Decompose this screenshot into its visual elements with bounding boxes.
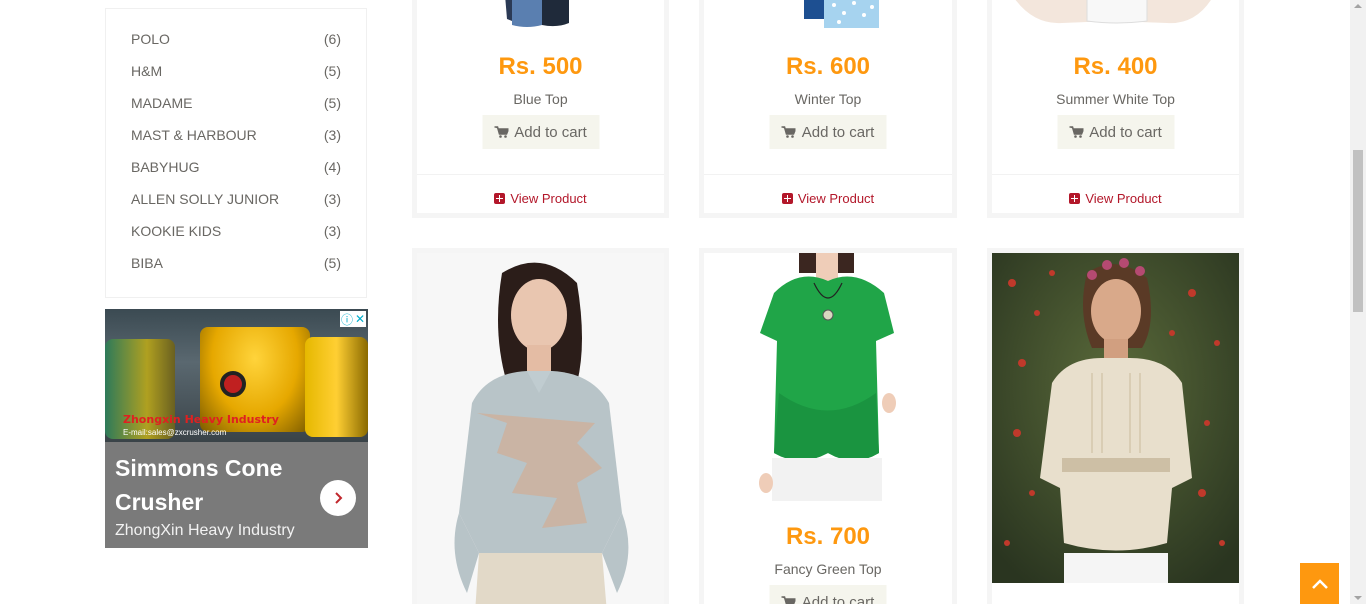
- product-price: Rs. 700: [785, 523, 871, 550]
- product-card: [987, 248, 1244, 604]
- brand-count: (5): [323, 255, 341, 271]
- product-image: [992, 253, 1239, 583]
- brand-name: BABYHUG: [131, 159, 200, 175]
- plus-square-icon: [1069, 193, 1081, 204]
- product-name: Summer White Top: [1056, 91, 1175, 107]
- shopping-cart-icon: [781, 126, 796, 138]
- brand-name: MAST & HARBOUR: [131, 127, 257, 143]
- brands-panel: POLO (6) H&M (5) MADAME (5) MAST & HARBO…: [105, 8, 367, 298]
- chevron-up-icon: [1311, 578, 1328, 589]
- product-card: Rs. 700 Fancy Green Top Add to cart: [699, 248, 957, 604]
- add-to-cart-label: Add to cart: [801, 123, 875, 141]
- info-icon[interactable]: ⓘ: [341, 311, 353, 328]
- ad-machine-right: [305, 337, 368, 437]
- brand-count: (5): [323, 63, 341, 79]
- product-price: Rs. 400: [1073, 53, 1158, 80]
- chevron-right-icon: [335, 492, 343, 504]
- view-product-link[interactable]: View Product: [417, 191, 664, 206]
- add-to-cart-label: Add to cart: [801, 593, 875, 604]
- brand-count: (3): [323, 223, 341, 239]
- ad-image: Zhongxin Heavy Industry E-mail:sales@zxc…: [105, 309, 368, 442]
- view-product-label: View Product: [510, 191, 587, 206]
- shopping-cart-icon: [494, 126, 509, 138]
- brand-count: (6): [323, 31, 341, 47]
- brand-count: (3): [323, 127, 341, 143]
- product-name: Fancy Green Top: [774, 561, 882, 577]
- add-to-cart-button[interactable]: Add to cart: [769, 115, 887, 149]
- view-product-label: View Product: [797, 191, 875, 206]
- ad-open-button[interactable]: [320, 480, 356, 516]
- brand-name: KOOKIE KIDS: [131, 223, 222, 239]
- card-divider: [704, 174, 952, 175]
- view-product-link[interactable]: View Product: [704, 191, 952, 206]
- scroll-thumb[interactable]: [1353, 150, 1363, 312]
- product-image: [992, 0, 1239, 28]
- product-price: Rs. 500: [498, 53, 583, 80]
- ad-image-brand: Zhongxin Heavy Industry: [123, 413, 279, 426]
- brand-name: ALLEN SOLLY JUNIOR: [131, 191, 280, 207]
- product-image: [417, 253, 664, 604]
- brand-count: (4): [323, 159, 341, 175]
- product-card: [412, 248, 669, 604]
- brand-name: H&M: [131, 63, 163, 79]
- page-scrollbar[interactable]: [1350, 0, 1366, 604]
- add-to-cart-label: Add to cart: [1089, 123, 1162, 141]
- add-to-cart-button[interactable]: Add to cart: [1057, 115, 1174, 149]
- brand-item-madame[interactable]: MADAME (5): [131, 93, 341, 113]
- brand-item-allen-solly-junior[interactable]: ALLEN SOLLY JUNIOR (3): [131, 189, 341, 209]
- scroll-up-arrow-icon[interactable]: [1354, 4, 1362, 8]
- brand-count: (3): [323, 191, 341, 207]
- plus-square-icon: [781, 193, 793, 204]
- product-card: Rs. 400 Summer White Top Add to cart Vie…: [987, 0, 1244, 218]
- view-product-label: View Product: [1085, 191, 1162, 206]
- page: POLO (6) H&M (5) MADAME (5) MAST & HARBO…: [0, 0, 1366, 604]
- plus-square-icon: [494, 193, 506, 204]
- advertisement[interactable]: Zhongxin Heavy Industry E-mail:sales@zxc…: [105, 309, 368, 548]
- ad-controls[interactable]: ⓘ ✕: [340, 311, 366, 327]
- shopping-cart-icon: [781, 596, 796, 604]
- add-to-cart-label: Add to cart: [514, 123, 587, 141]
- card-divider: [992, 174, 1239, 175]
- brand-name: MADAME: [131, 95, 193, 111]
- product-image: [417, 0, 664, 28]
- product-name: Blue Top: [513, 91, 568, 107]
- product-image: [704, 253, 952, 501]
- ad-machine-core: [220, 371, 246, 397]
- brand-item-mast-harbour[interactable]: MAST & HARBOUR (3): [131, 125, 341, 145]
- product-name: Winter Top: [794, 91, 862, 107]
- brand-item-babyhug[interactable]: BABYHUG (4): [131, 157, 341, 177]
- ad-title[interactable]: Simmons Cone Crusher: [115, 451, 315, 519]
- brand-name: POLO: [131, 31, 170, 47]
- brand-name: BIBA: [131, 255, 163, 271]
- add-to-cart-button[interactable]: Add to cart: [769, 585, 887, 604]
- product-image: [704, 0, 952, 28]
- scroll-down-arrow-icon[interactable]: [1354, 596, 1362, 600]
- brand-item-biba[interactable]: BIBA (5): [131, 253, 341, 273]
- brand-count: (5): [323, 95, 341, 111]
- product-price: Rs. 600: [785, 53, 871, 80]
- add-to-cart-button[interactable]: Add to cart: [482, 115, 599, 149]
- close-icon[interactable]: ✕: [355, 312, 365, 326]
- ad-image-email: E-mail:sales@zxcrusher.com: [123, 428, 227, 437]
- brand-item-hm[interactable]: H&M (5): [131, 61, 341, 81]
- brand-item-polo[interactable]: POLO (6): [131, 29, 341, 49]
- card-divider: [417, 174, 664, 175]
- scroll-to-top-button[interactable]: [1300, 563, 1339, 604]
- shopping-cart-icon: [1069, 126, 1084, 138]
- brand-item-kookie-kids[interactable]: KOOKIE KIDS (3): [131, 221, 341, 241]
- ad-advertiser: ZhongXin Heavy Industry: [115, 522, 295, 539]
- product-card: Rs. 600 Winter Top Add to cart View Prod…: [699, 0, 957, 218]
- product-card: Rs. 500 Blue Top Add to cart View Produc…: [412, 0, 669, 218]
- view-product-link[interactable]: View Product: [992, 191, 1239, 206]
